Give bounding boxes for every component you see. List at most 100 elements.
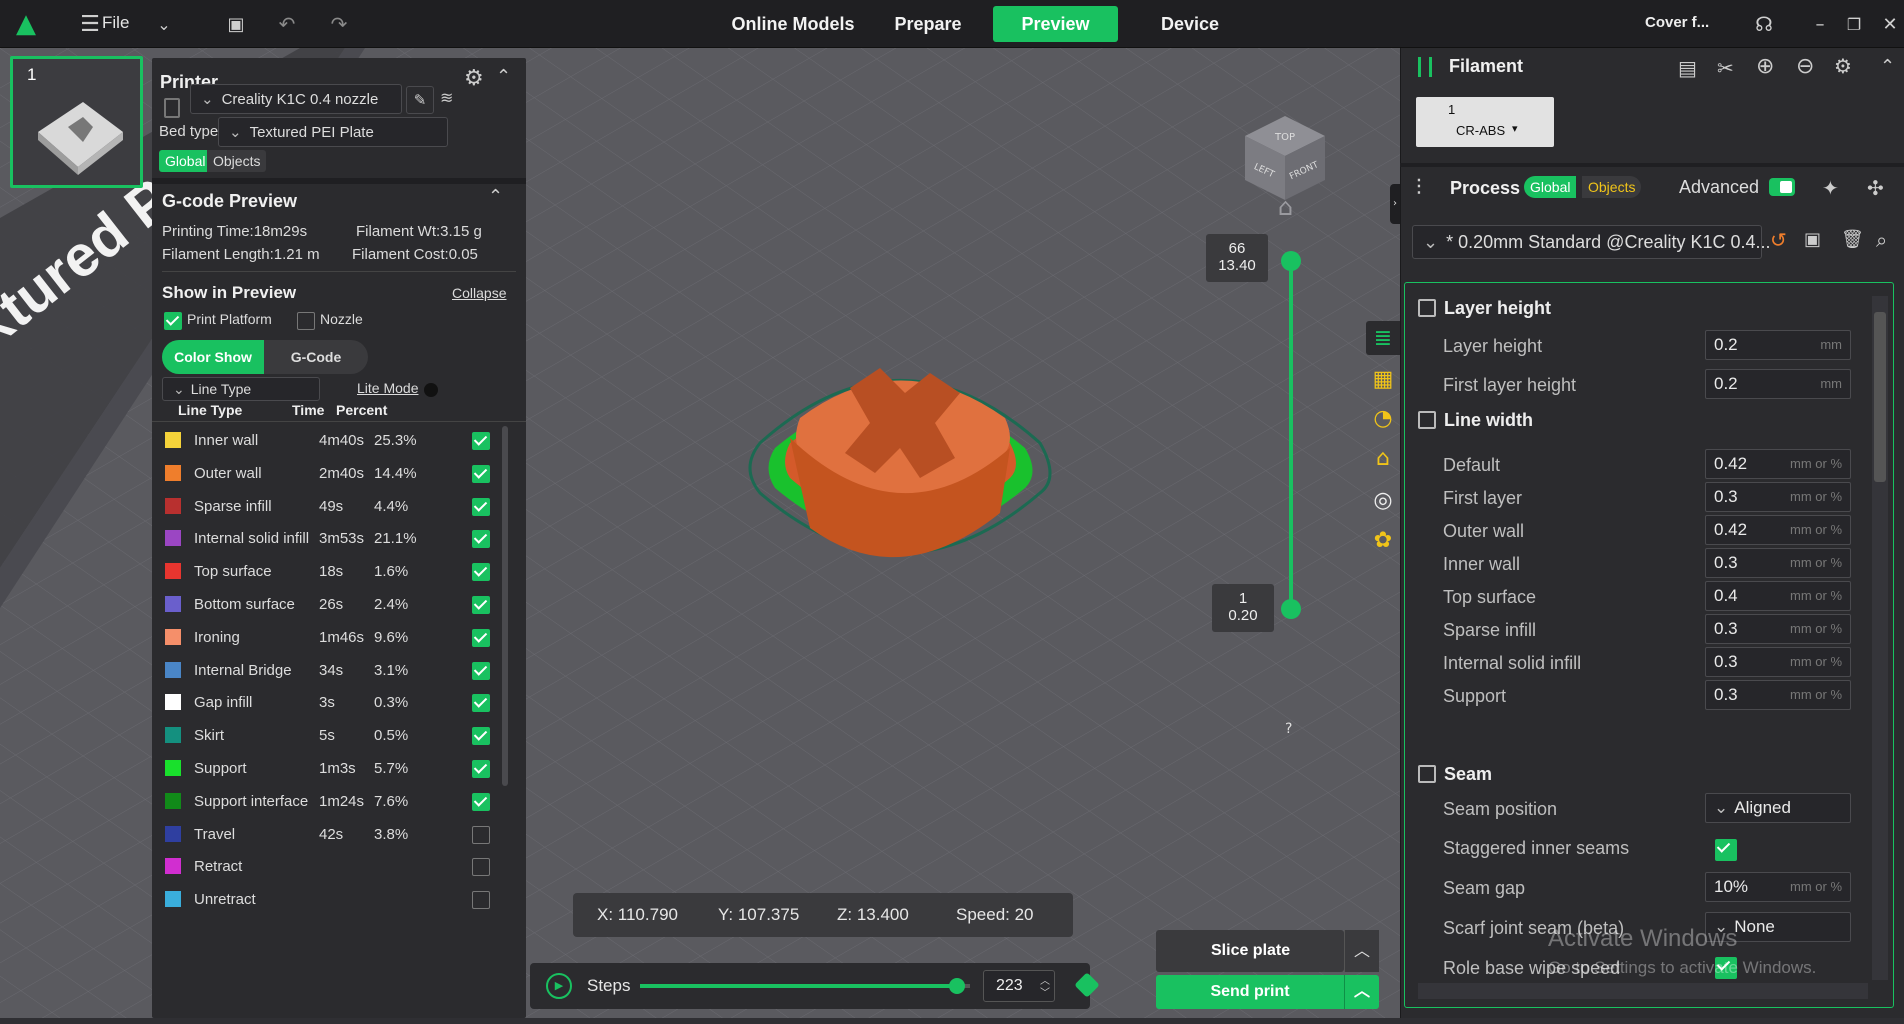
line-type-visibility-checkbox[interactable] [472, 792, 490, 811]
line-type-visibility-checkbox[interactable] [472, 628, 490, 647]
save-preset-icon[interactable]: ▣ [1804, 229, 1821, 250]
undo-icon[interactable]: ↶ [273, 10, 301, 38]
steps-value-input[interactable]: 223 ︿ ﹀ [983, 970, 1055, 1002]
stepper-down-icon[interactable]: ﹀ [1040, 979, 1050, 1009]
reset-preset-icon[interactable]: ↺ [1770, 228, 1787, 252]
line-type-visibility-checkbox[interactable] [472, 563, 490, 582]
restore-icon[interactable]: ❐ [1840, 10, 1868, 38]
line-width-input[interactable]: 0.3 mm or % [1705, 548, 1851, 578]
remove-filament-icon[interactable]: ⊖ [1796, 54, 1814, 79]
line-type-row[interactable]: Support 1m3s 5.7% [152, 752, 526, 785]
minimize-icon[interactable]: – [1806, 10, 1834, 38]
process-scope-objects[interactable]: Objects [1582, 176, 1642, 198]
line-type-row[interactable]: Internal Bridge 34s 3.1% [152, 654, 526, 687]
line-type-row[interactable]: Top surface 18s 1.6% [152, 555, 526, 588]
send-print-button[interactable]: Send print [1156, 975, 1344, 1009]
process-compare-icon[interactable]: ✦ [1822, 176, 1839, 200]
line-type-visibility-checkbox[interactable] [472, 825, 490, 844]
camera-icon[interactable]: ◎ [1368, 485, 1398, 515]
help-mark[interactable]: ? [1285, 721, 1292, 737]
slice-options-chevron-icon[interactable]: ︿ [1344, 930, 1379, 972]
line-type-row[interactable]: Gap infill 3s 0.3% [152, 686, 526, 719]
staggered-inner-seams-checkbox[interactable] [1715, 839, 1737, 861]
headset-icon[interactable]: ☊ [1750, 10, 1778, 38]
filament-settings-gear-icon[interactable]: ⚙ [1834, 54, 1852, 78]
file-menu[interactable]: File [102, 13, 129, 33]
steps-slider-handle[interactable] [948, 978, 965, 994]
chevron-down-icon[interactable]: ⌄ [150, 10, 178, 38]
edit-printer-pencil-icon[interactable]: ✎ [406, 86, 434, 114]
print-platform-checkbox[interactable] [164, 312, 182, 330]
slice-plate-button[interactable]: Slice plate [1156, 930, 1344, 972]
legend-toggle-icon[interactable]: ≣ [1366, 321, 1400, 355]
gcode-tab[interactable]: G-Code [264, 340, 368, 374]
tab-device[interactable]: Device [1140, 6, 1240, 42]
line-type-visibility-checkbox[interactable] [472, 497, 490, 516]
printer-select[interactable]: ⌄ Creality K1C 0.4 nozzle [190, 84, 402, 114]
measure-icon[interactable]: ⌂ [1368, 443, 1398, 473]
line-type-visibility-checkbox[interactable] [472, 661, 490, 680]
line-type-row[interactable]: Retract [152, 850, 526, 883]
line-type-row[interactable]: Support interface 1m24s 7.6% [152, 785, 526, 818]
line-type-row[interactable]: Travel 42s 3.8% [152, 818, 526, 851]
search-icon[interactable]: ⌕ [1876, 228, 1887, 252]
line-type-scrollbar[interactable] [502, 426, 508, 786]
delete-preset-icon[interactable]: 🗑 [1841, 229, 1864, 250]
filament-sync-icon[interactable]: ▤ [1678, 56, 1697, 80]
line-type-row[interactable]: Outer wall 2m40s 14.4% [152, 457, 526, 490]
sliced-model[interactable] [730, 348, 1070, 658]
home-icon[interactable]: ⌂ [1278, 193, 1293, 221]
line-type-row[interactable]: Sparse infill 49s 4.4% [152, 490, 526, 523]
printer-scope-global[interactable]: Global [159, 150, 212, 172]
nozzle-checkbox[interactable] [297, 312, 315, 330]
tab-prepare[interactable]: Prepare [878, 6, 978, 42]
printer-scope-objects[interactable]: Objects [207, 150, 267, 172]
process-scope-global[interactable]: Global [1524, 176, 1577, 198]
line-type-visibility-checkbox[interactable] [472, 858, 490, 877]
line-type-visibility-checkbox[interactable] [472, 596, 490, 614]
line-type-row[interactable]: Ironing 1m46s 9.6% [152, 621, 526, 654]
seam-position-select[interactable]: ⌄ Aligned [1705, 793, 1851, 823]
bed-type-select[interactable]: ⌄ Textured PEI Plate [218, 117, 448, 147]
top-layer-handle[interactable] [1281, 251, 1301, 271]
filament-slot-1[interactable]: 1 CR-ABS ▾ [1416, 97, 1554, 147]
filament-edit-icon[interactable]: ✂ [1717, 56, 1734, 80]
layer-icon[interactable]: ▦ [1368, 364, 1398, 394]
advanced-toggle[interactable] [1769, 178, 1795, 196]
line-type-row[interactable]: Bottom surface 26s 2.4% [152, 588, 526, 621]
first-layer-height-input[interactable]: 0.2 mm [1705, 369, 1851, 399]
line-type-visibility-checkbox[interactable] [472, 694, 490, 713]
lite-mode-label[interactable]: Lite Mode [357, 380, 418, 396]
chevron-down-icon[interactable]: ▾ [1512, 122, 1518, 135]
line-type-visibility-checkbox[interactable] [472, 760, 490, 778]
color-show-tab[interactable]: Color Show [162, 340, 264, 374]
seam-gap-input[interactable]: 10% mm or % [1705, 872, 1851, 902]
settings-hscrollbar[interactable] [1418, 983, 1868, 999]
line-type-visibility-checkbox[interactable] [472, 727, 490, 746]
speed-gauge-icon[interactable]: ◔ [1368, 403, 1398, 433]
collapse-right-panel-handle[interactable]: › [1390, 184, 1400, 224]
layer-height-input[interactable]: 0.2 mm [1705, 330, 1851, 360]
layer-slider-track[interactable] [1289, 258, 1293, 608]
lite-mode-toggle[interactable] [424, 383, 438, 397]
play-icon[interactable]: ▶ [546, 973, 572, 999]
line-type-visibility-checkbox[interactable] [472, 891, 490, 910]
process-tools-icon[interactable]: ✣ [1867, 176, 1884, 200]
line-width-input[interactable]: 0.3 mm or % [1705, 647, 1851, 677]
grid-view-icon[interactable]: ✿ [1368, 525, 1398, 555]
wifi-icon[interactable]: ≋ [440, 88, 453, 107]
close-icon[interactable]: ✕ [1876, 10, 1904, 38]
hamburger-menu-icon[interactable]: ☰ [76, 10, 104, 38]
line-type-row[interactable]: Inner wall 4m40s 25.3% [152, 424, 526, 457]
line-type-row[interactable]: Internal solid infill 3m53s 21.1% [152, 522, 526, 555]
add-filament-icon[interactable]: ⊕ [1756, 54, 1774, 79]
collapse-printer-icon[interactable]: ⌃ [496, 66, 511, 87]
line-type-visibility-checkbox[interactable] [472, 464, 490, 483]
process-preset-select[interactable]: ⌄ * 0.20mm Standard @Creality K1C 0.4... [1412, 225, 1771, 259]
line-width-input[interactable]: 0.42 mm or % [1705, 515, 1851, 545]
line-width-input[interactable]: 0.3 mm or % [1705, 614, 1851, 644]
printer-settings-gear-icon[interactable]: ⚙ [464, 66, 484, 91]
line-width-input[interactable]: 0.42 mm or % [1705, 449, 1851, 479]
line-type-visibility-checkbox[interactable] [472, 432, 490, 450]
cover-label[interactable]: Cover f... [1645, 14, 1709, 31]
